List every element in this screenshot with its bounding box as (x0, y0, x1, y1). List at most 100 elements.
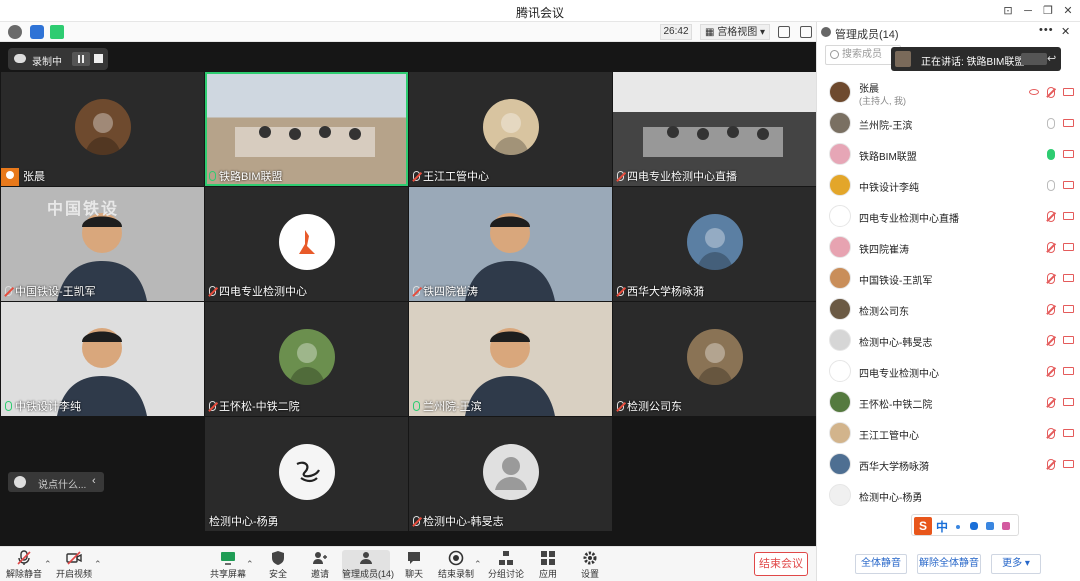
minimize-icon[interactable]: ─ (1020, 3, 1036, 19)
video-tile[interactable]: 检测中心-韩旻志 (409, 417, 612, 531)
pause-recording-button[interactable] (72, 52, 90, 66)
camera-off-icon[interactable] (1063, 88, 1074, 96)
member-row[interactable]: 中国铁设-王凯军 (817, 263, 1080, 294)
camera-off-icon[interactable] (1063, 367, 1074, 375)
camera-off-icon[interactable] (1063, 119, 1074, 127)
mic-off-icon[interactable] (1047, 366, 1055, 377)
camera-off-icon[interactable] (1063, 460, 1074, 468)
close-panel-icon[interactable]: ✕ (1061, 25, 1070, 38)
input-method-bar[interactable]: S 中 (911, 514, 1019, 536)
video-tile[interactable]: 王江工管中心 (409, 72, 612, 186)
member-row[interactable]: 铁路BIM联盟 (817, 139, 1080, 170)
mute-all-button[interactable]: 全体静音 (855, 554, 907, 574)
video-tile[interactable]: 四电专业检测中心直播 (613, 72, 816, 186)
mic-off-icon[interactable] (1047, 211, 1055, 222)
mic-off-icon[interactable] (1047, 242, 1055, 253)
settings-button[interactable]: 设置 (568, 550, 612, 580)
camera-off-icon[interactable] (1063, 398, 1074, 406)
camera-off-icon[interactable] (1063, 150, 1074, 158)
ime-mode[interactable]: 中 (936, 518, 948, 535)
stop-recording-button[interactable] (94, 54, 103, 63)
video-tile[interactable]: 铁路BIM联盟 (205, 72, 408, 186)
chevron-left-icon[interactable]: ‹ (92, 475, 96, 487)
mic-icon[interactable] (1047, 180, 1055, 191)
member-row[interactable]: 检测公司东 (817, 294, 1080, 325)
emoji-icon[interactable] (14, 476, 26, 488)
mic-icon[interactable] (1047, 149, 1055, 160)
video-tile[interactable]: 兰州院-王滨 (409, 302, 612, 416)
pin-icon[interactable]: ⊡ (1000, 3, 1016, 19)
back-arrow-icon[interactable]: ↩ (1047, 52, 1056, 65)
security-button[interactable]: 安全 (256, 550, 300, 580)
signal-icon[interactable] (50, 25, 64, 39)
member-row[interactable]: 王江工管中心 (817, 418, 1080, 449)
eye-icon[interactable] (1029, 89, 1039, 95)
unmute-all-button[interactable]: 解除全体静音 (917, 554, 981, 574)
close-icon[interactable]: ✕ (1060, 3, 1076, 19)
member-row[interactable]: 西华大学杨咏漪 (817, 449, 1080, 480)
member-row[interactable]: 检测中心-杨勇 (817, 480, 1080, 511)
end-meeting-button[interactable]: 结束会议 (754, 552, 808, 576)
video-tile[interactable]: 张晨 (1, 72, 204, 186)
audio-options-caret[interactable]: ⌃ (44, 559, 52, 570)
punctuation-icon[interactable] (956, 525, 960, 529)
camera-off-icon[interactable] (1063, 274, 1074, 282)
chat-button[interactable]: 聊天 (392, 550, 436, 580)
camera-off-icon[interactable] (1063, 181, 1074, 189)
mic-off-icon[interactable] (1047, 273, 1055, 284)
share-screen-button[interactable]: 共享屏幕 (206, 550, 250, 580)
unmute-button[interactable]: 解除静音 (2, 550, 46, 580)
start-video-button[interactable]: 开启视频 (52, 550, 96, 580)
camera-off-icon[interactable] (1063, 336, 1074, 344)
member-row[interactable]: 铁四院崔涛 (817, 232, 1080, 263)
member-row[interactable]: 中铁设计李纯 (817, 170, 1080, 201)
view-mode-button[interactable]: ▦ 宫格视图 ▾ (700, 24, 771, 40)
invite-button[interactable]: 邀请 (298, 550, 342, 580)
more-options-icon[interactable]: ••• (1039, 24, 1054, 36)
fullscreen-icon[interactable] (778, 26, 790, 38)
member-row[interactable]: 检测中心-韩旻志 (817, 325, 1080, 356)
record-options-caret[interactable]: ⌃ (474, 559, 482, 570)
member-row[interactable]: 王怀松-中铁二院 (817, 387, 1080, 418)
video-tile[interactable]: 中国铁设 中国铁设-王凯军 (1, 187, 204, 301)
apps-button[interactable]: 应用 (526, 550, 570, 580)
more-button[interactable]: 更多 ▾ (991, 554, 1041, 574)
member-row[interactable]: 四电专业检测中心直播 (817, 201, 1080, 232)
video-tile[interactable]: 检测公司东 (613, 302, 816, 416)
video-tile[interactable]: 检测中心-杨勇 (205, 417, 408, 531)
toolbox-icon[interactable] (1002, 522, 1010, 530)
mic-off-icon[interactable] (1047, 459, 1055, 470)
member-search-input[interactable]: 搜索成员 (825, 45, 901, 65)
camera-off-icon[interactable] (1063, 243, 1074, 251)
member-row[interactable]: 四电专业检测中心 (817, 356, 1080, 387)
mic-off-icon[interactable] (1047, 397, 1055, 408)
manage-members-button[interactable]: 管理成员(14) (342, 550, 394, 580)
keyboard-icon[interactable] (986, 522, 994, 530)
video-tile[interactable]: 西华大学杨咏漪 (613, 187, 816, 301)
breakout-rooms-button[interactable]: 分组讨论 (484, 550, 528, 580)
camera-off-icon[interactable] (1063, 429, 1074, 437)
video-tile[interactable]: 王怀松-中铁二院 (205, 302, 408, 416)
member-row[interactable]: 张晨 (主持人, 我) (817, 77, 1080, 108)
restore-icon[interactable]: ❐ (1040, 3, 1056, 19)
sidebar-toggle-icon[interactable] (800, 26, 812, 38)
info-icon[interactable] (8, 25, 22, 39)
camera-off-icon[interactable] (1063, 305, 1074, 313)
video-tile[interactable]: 铁四院崔涛 (409, 187, 612, 301)
camera-off-icon[interactable] (1063, 212, 1074, 220)
shield-icon[interactable] (30, 25, 44, 39)
mic-off-icon[interactable] (1047, 87, 1055, 98)
share-options-caret[interactable]: ⌃ (246, 559, 254, 570)
video-options-caret[interactable]: ⌃ (94, 559, 102, 570)
member-row[interactable]: 兰州院-王滨 (817, 108, 1080, 139)
mic-off-icon[interactable] (1047, 428, 1055, 439)
member-avatar (829, 298, 851, 320)
mic-off-icon[interactable] (1047, 335, 1055, 346)
voice-input-icon[interactable] (970, 522, 978, 530)
video-tile[interactable]: 四电专业检测中心 (205, 187, 408, 301)
mic-icon[interactable] (1047, 118, 1055, 129)
video-tile[interactable]: 中铁设计李纯 (1, 302, 204, 416)
mic-off-icon[interactable] (1047, 304, 1055, 315)
end-recording-button[interactable]: 结束录制 (434, 550, 478, 580)
quick-chat-input[interactable]: 说点什么... ‹ (8, 472, 104, 492)
